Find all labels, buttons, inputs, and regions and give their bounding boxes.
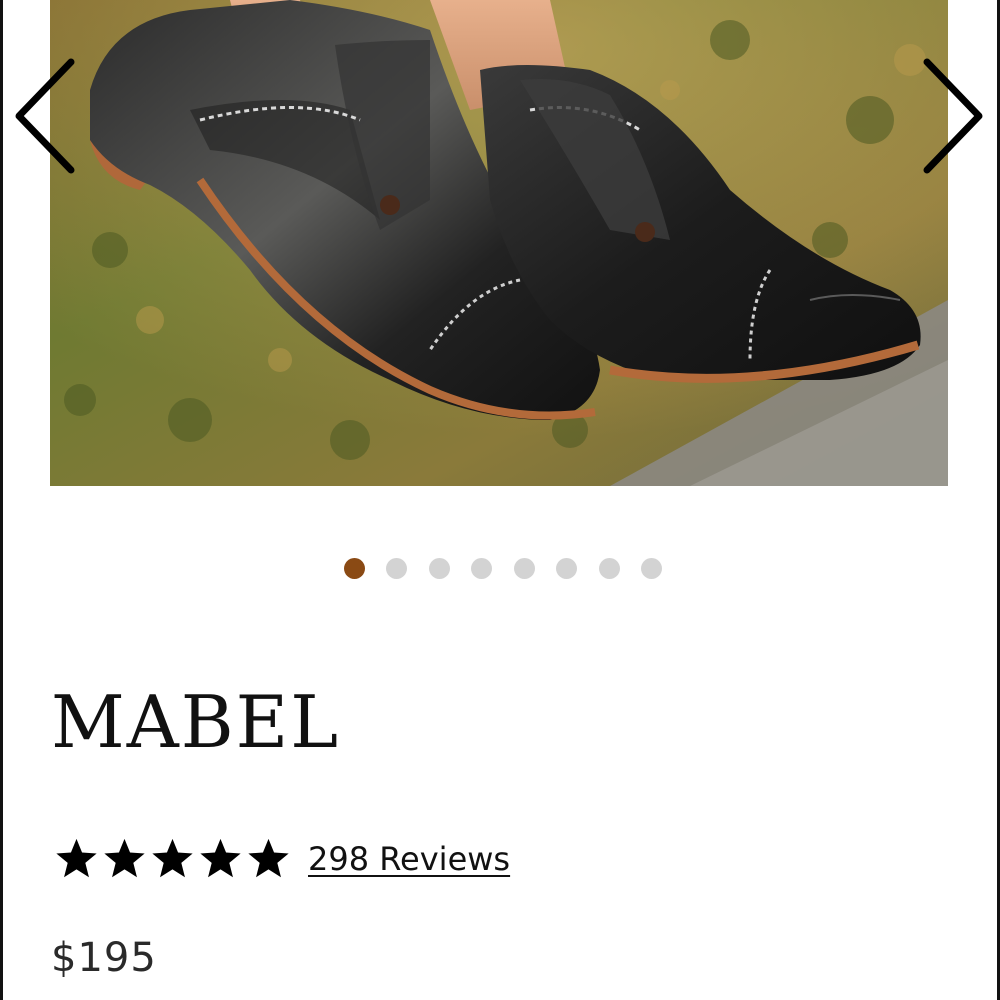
product-image[interactable] <box>50 0 948 486</box>
shoe-photo-illustration <box>50 0 948 486</box>
chevron-right-icon <box>923 58 983 174</box>
rating-stars <box>53 836 292 882</box>
carousel-dot-3[interactable] <box>428 558 450 579</box>
star-icon <box>56 838 97 878</box>
star-icon <box>152 838 193 878</box>
carousel-dot-4[interactable] <box>471 558 493 579</box>
carousel-dot-7[interactable] <box>598 558 620 579</box>
product-rating: 298 Reviews <box>53 836 510 882</box>
carousel-dot-5[interactable] <box>513 558 535 579</box>
next-image-button[interactable] <box>919 56 989 176</box>
carousel-pagination <box>3 558 997 579</box>
carousel-dot-6[interactable] <box>556 558 578 579</box>
star-icon <box>248 838 289 878</box>
product-price: $195 <box>51 935 157 981</box>
product-title: MABEL <box>51 680 340 764</box>
carousel-dot-8[interactable] <box>641 558 663 579</box>
carousel-dot-2[interactable] <box>386 558 408 579</box>
chevron-left-icon <box>15 58 75 174</box>
reviews-link[interactable]: 298 Reviews <box>308 840 510 878</box>
star-icon <box>104 838 145 878</box>
star-icon <box>200 838 241 878</box>
product-page: MABEL 298 Reviews $195 <box>0 0 1000 1000</box>
previous-image-button[interactable] <box>9 56 79 176</box>
carousel-dot-1[interactable] <box>343 558 365 579</box>
